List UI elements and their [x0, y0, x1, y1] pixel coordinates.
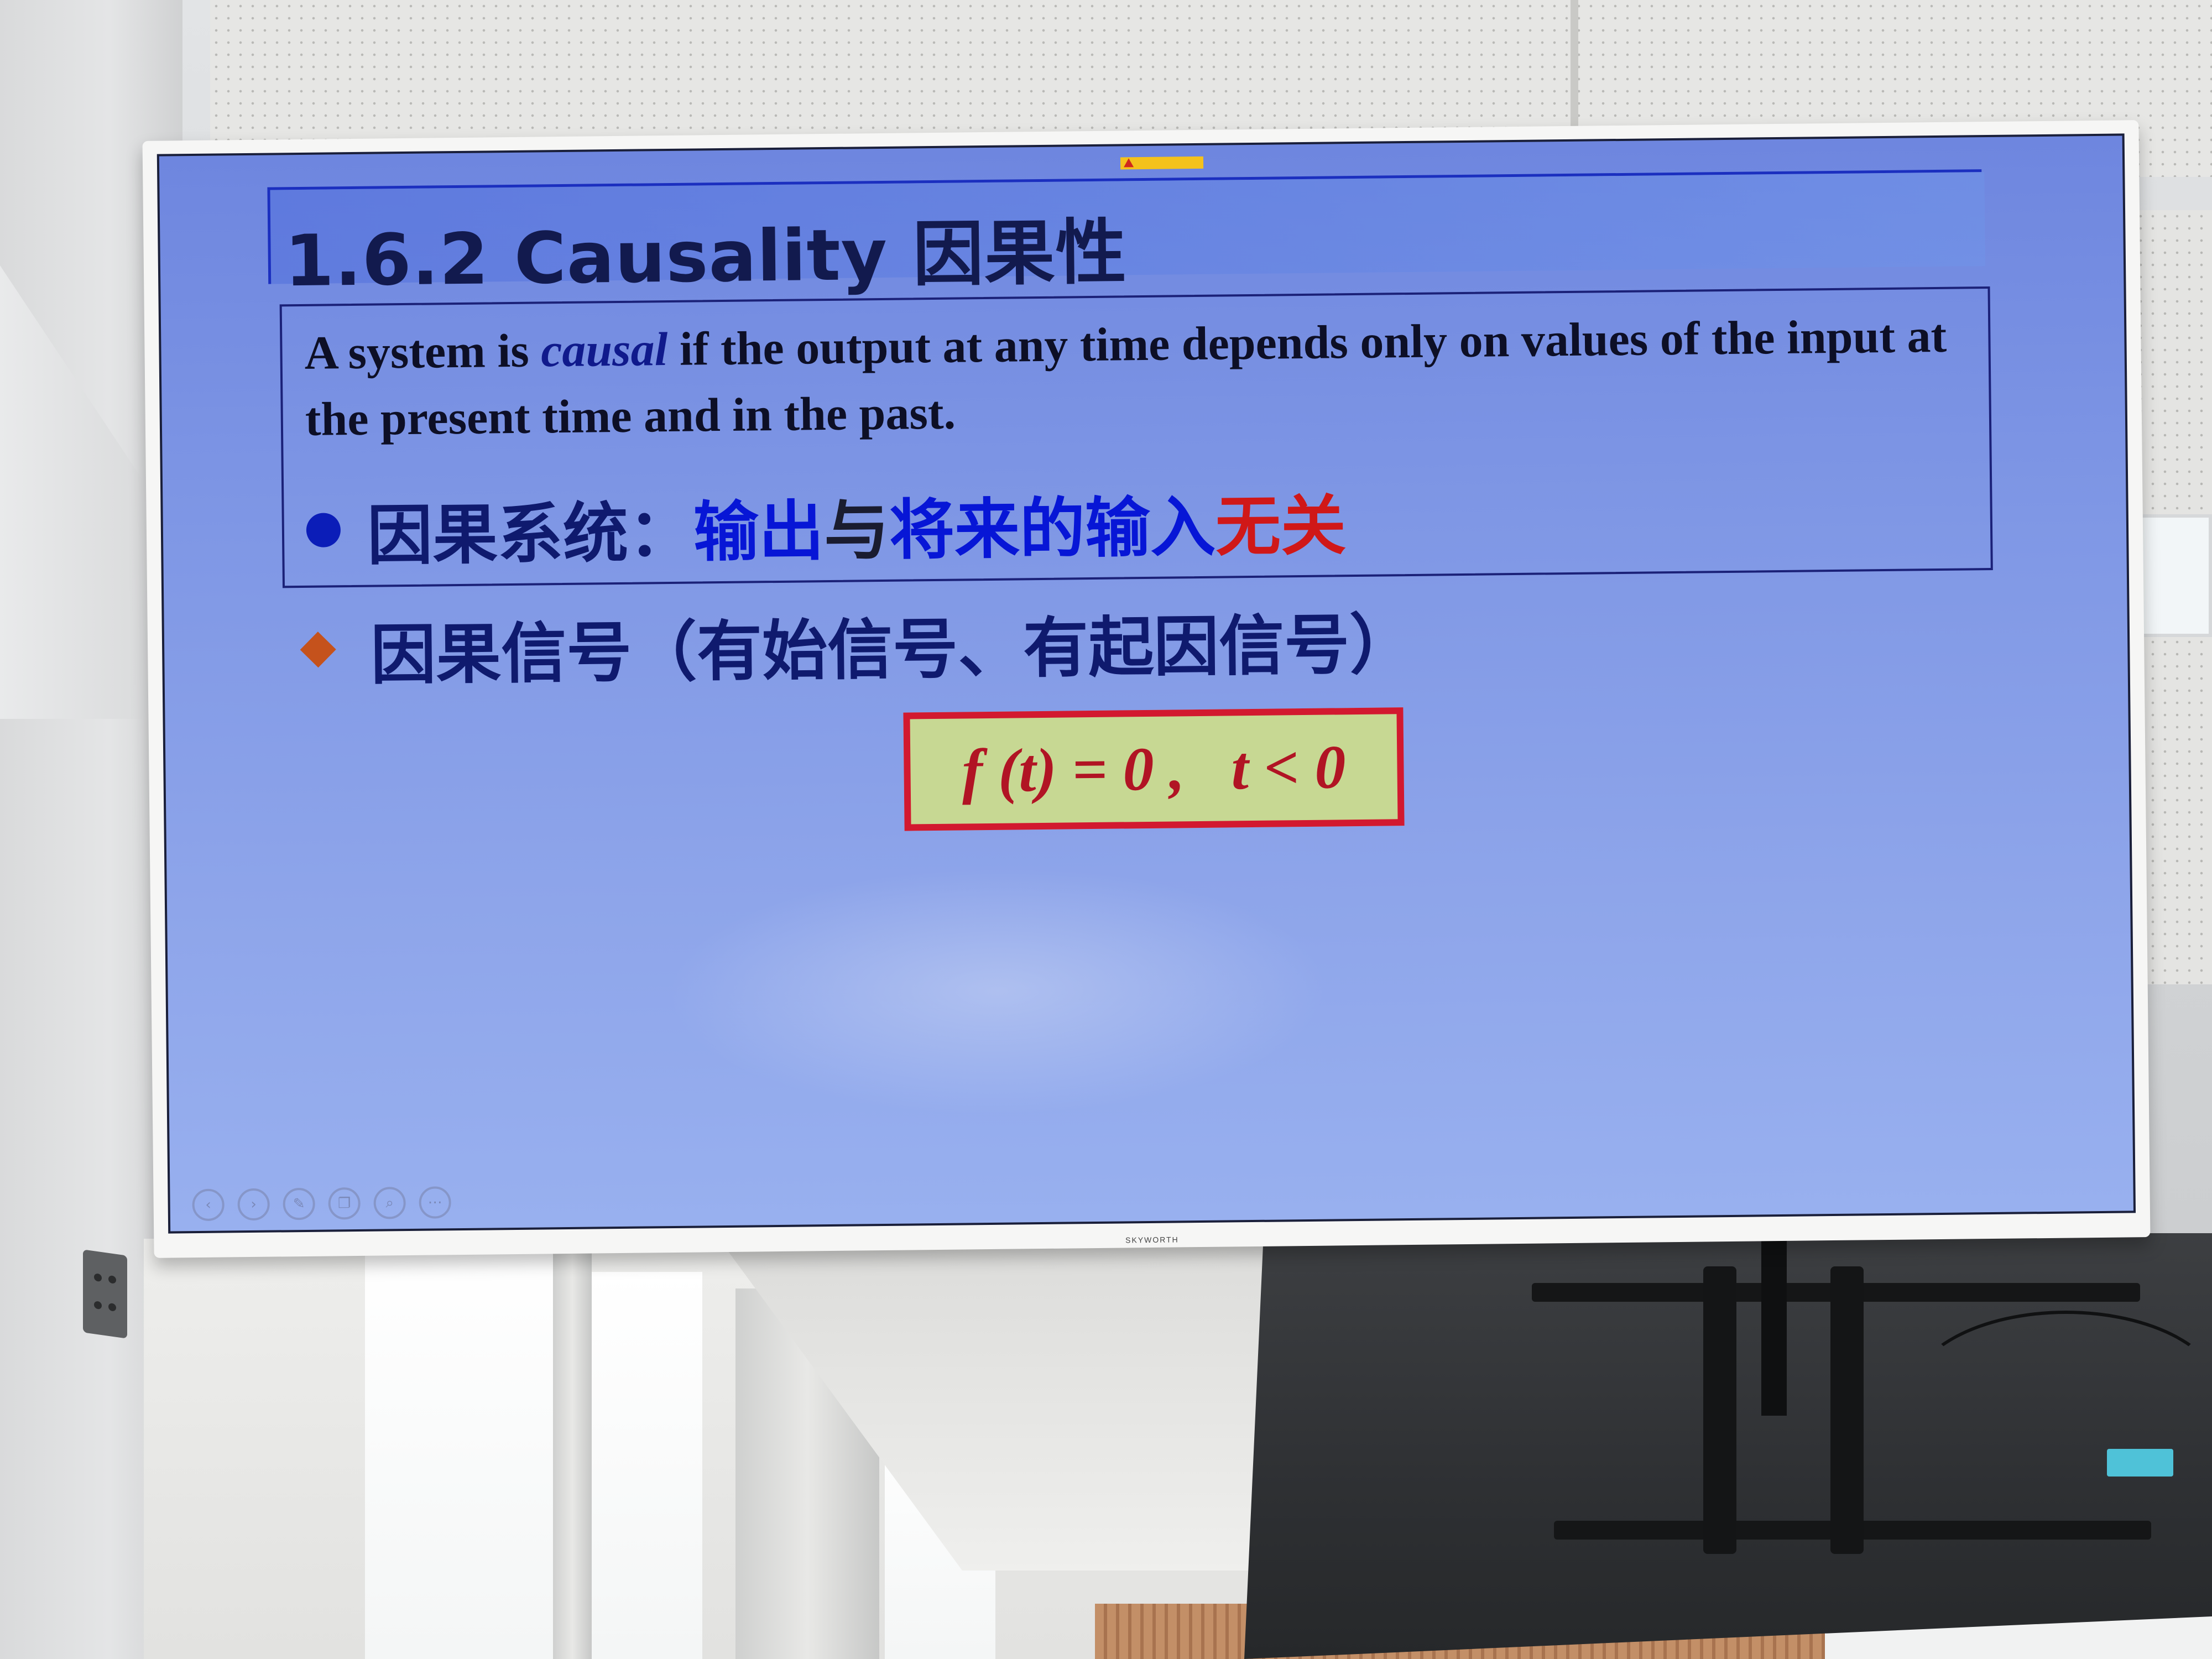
bullet-unrelated: 无关 — [1215, 487, 1347, 565]
prev-icon[interactable]: ‹ — [192, 1188, 225, 1222]
definition-emphasis: causal — [540, 322, 668, 377]
wall-socket — [83, 1249, 127, 1339]
presentation-slide: 1.6.2 Causality 因果性 A system is causal i… — [159, 135, 2133, 1232]
definition-text: A system is causal if the output at any … — [304, 302, 1967, 452]
monitor-sticker — [2107, 1449, 2173, 1477]
bullet-future-input: 将来的输入 — [889, 488, 1216, 568]
slide-title: 1.6.2 Causality 因果性 — [284, 211, 1128, 303]
tv-display: 1.6.2 Causality 因果性 A system is causal i… — [142, 120, 2151, 1258]
definition-box: A system is causal if the output at any … — [279, 286, 1993, 588]
bullet-output: 输出 — [693, 492, 825, 571]
definition-part-1: A system is — [304, 324, 541, 379]
bullet-dot-icon — [306, 513, 341, 547]
photo-scene: 1.6.2 Causality 因果性 A system is causal i… — [0, 0, 2212, 1659]
window-left — [365, 1244, 553, 1659]
ceiling-seam — [1571, 0, 1578, 144]
window-pillar — [553, 1244, 592, 1659]
window-middle — [592, 1272, 702, 1659]
screen-reflection — [664, 863, 1331, 1119]
tv-screen: 1.6.2 Causality 因果性 A system is causal i… — [156, 133, 2136, 1234]
slideshow-controls: ‹ › ✎ ❐ ⌕ ⋯ — [192, 1186, 451, 1222]
warning-icon — [1123, 158, 1134, 168]
mount-bracket-left — [1703, 1266, 1736, 1554]
zoom-icon[interactable]: ⌕ — [373, 1187, 406, 1219]
pen-icon[interactable]: ✎ — [283, 1187, 315, 1220]
causal-system-bullet: 因果系统： 输出 与 将来的输入 无关 — [306, 478, 1347, 573]
causal-signal-item: 因果信号（有始信号、有起因信号） — [300, 597, 1415, 693]
causal-signal-text: 因果信号（有始信号、有起因信号） — [370, 606, 1415, 693]
causal-formula: f (t) = 0 , t < 0 — [961, 732, 1347, 805]
pages-icon[interactable]: ❐ — [328, 1187, 361, 1220]
mount-bracket-right — [1830, 1266, 1864, 1554]
bullet-connector: 与 — [823, 492, 890, 569]
bullet-label: 因果系统： — [367, 494, 694, 574]
more-icon[interactable]: ⋯ — [419, 1186, 451, 1219]
warning-marker — [1120, 156, 1204, 170]
tv-brand-logo: SKYWORTH — [1125, 1235, 1179, 1245]
diamond-bullet-icon — [300, 632, 336, 668]
second-monitor-back — [1244, 1233, 2212, 1659]
formula-box: f (t) = 0 , t < 0 — [903, 707, 1405, 831]
mount-pole — [1761, 1233, 1787, 1416]
next-icon[interactable]: › — [237, 1188, 270, 1221]
